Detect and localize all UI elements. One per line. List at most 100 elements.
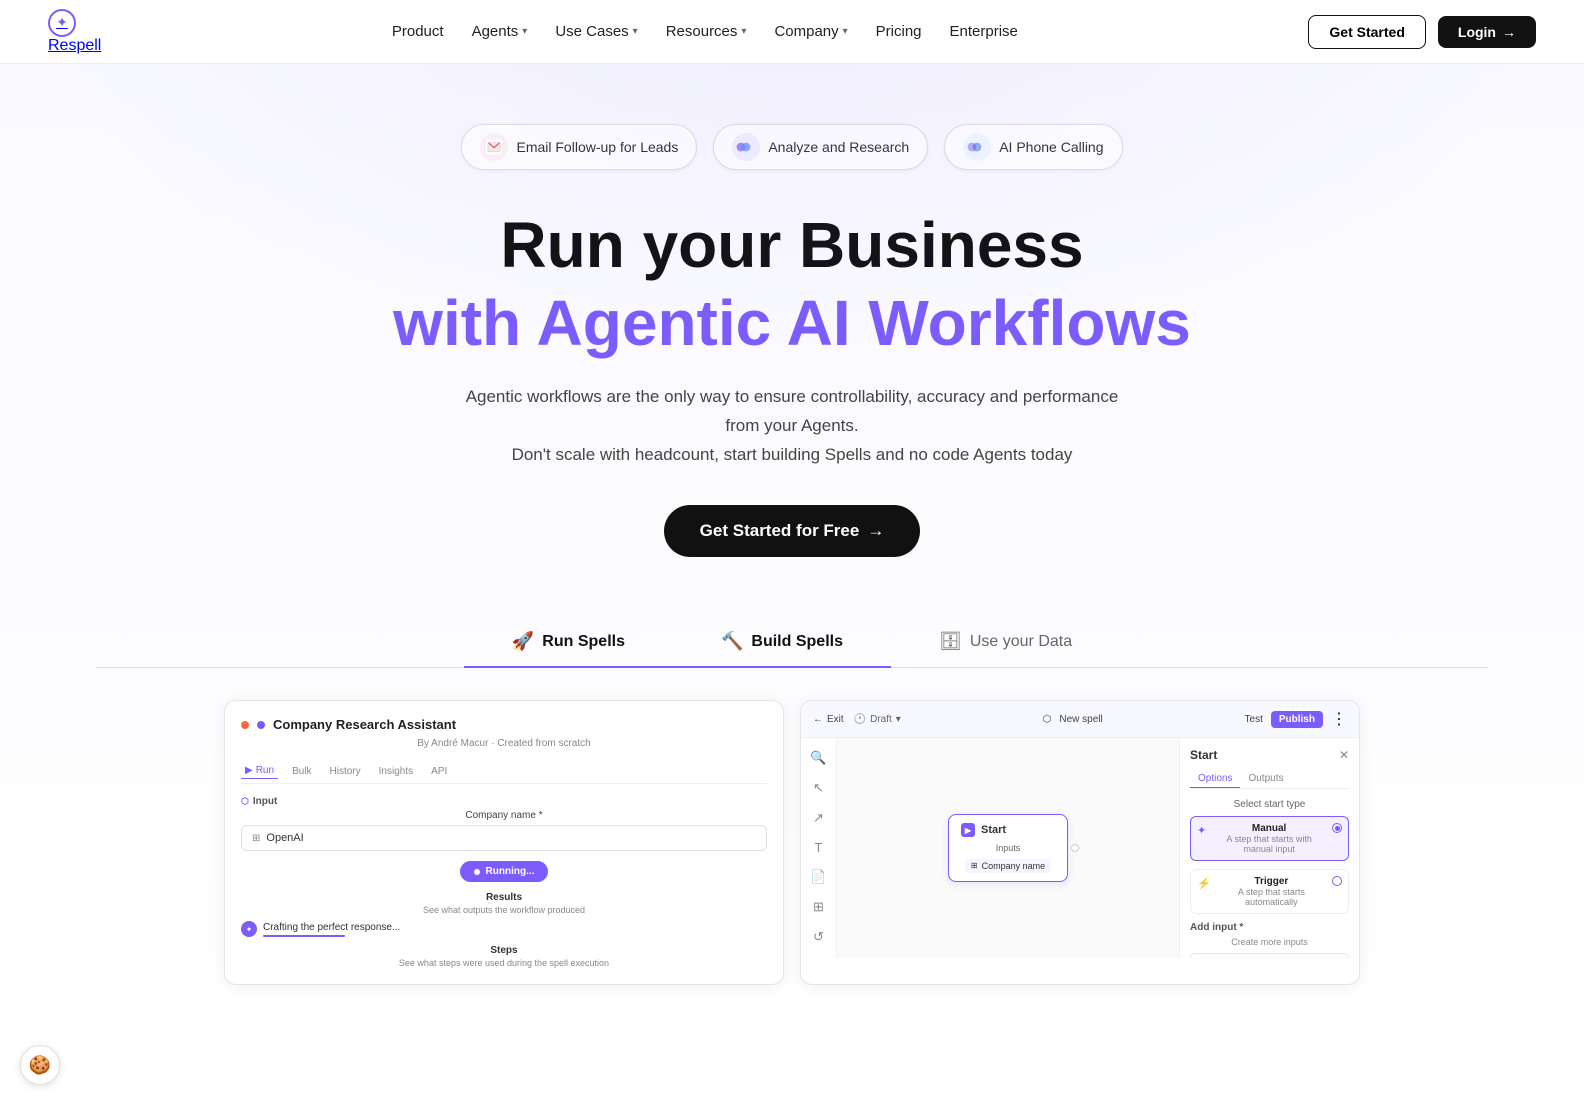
test-button[interactable]: Test [1245, 714, 1263, 725]
email-icon [480, 133, 508, 161]
draft-dropdown[interactable]: 🕐 Draft ▾ [854, 714, 901, 725]
nav-agents[interactable]: Agents ▾ [472, 23, 528, 40]
build-center: ⬡ New spell [1043, 714, 1103, 725]
build-card-body: 🔍 ↖ ↗ T 📄 ⊞ ↺ ▶ Start [801, 738, 1359, 958]
mini-tab-run[interactable]: ▶ Run [241, 763, 278, 779]
build-card-top-bar: ← Exit 🕐 Draft ▾ ⬡ New spell [801, 701, 1359, 738]
pill-tab-research[interactable]: Analyze and Research [713, 124, 928, 170]
build-spells-card: ← Exit 🕐 Draft ▾ ⬡ New spell [800, 700, 1360, 985]
more-options-icon[interactable]: ⋮ [1331, 709, 1347, 729]
folder-icon[interactable]: 📄 [810, 869, 826, 885]
build-actions: Test Publish ⋮ [1245, 709, 1347, 729]
nav-use-cases[interactable]: Use Cases ▾ [555, 23, 637, 40]
result-icon: ✦ [241, 921, 257, 937]
tab-build-spells[interactable]: 🔨 Build Spells [673, 617, 891, 668]
nav-company[interactable]: Company ▾ [774, 23, 847, 40]
chevron-down-icon: ▾ [633, 26, 638, 37]
tabs-row: 🚀 Run Spells 🔨 Build Spells 🗄 Use your D… [96, 617, 1488, 668]
node-field-value: ⊞ Company name [965, 859, 1051, 873]
cta-button[interactable]: Get Started for Free → [664, 505, 921, 557]
build-canvas: ▶ Start Inputs ⊞ Company name [837, 738, 1179, 958]
panel-option-trigger[interactable]: ⚡ Trigger A step that starts automatical… [1190, 869, 1349, 914]
nav-product[interactable]: Product [392, 23, 444, 40]
nav-resources[interactable]: Resources ▾ [666, 23, 747, 40]
search-icon[interactable]: 🔍 [810, 750, 826, 766]
headline-line2: with Agentic AI Workflows [48, 288, 1536, 358]
steps-sub: See what steps were used during the spel… [241, 958, 767, 968]
run-card-header: Company Research Assistant [241, 717, 767, 732]
tab-use-data[interactable]: 🗄 Use your Data [891, 617, 1120, 668]
panel-option-manual-text: Manual A step that starts with manual in… [1212, 823, 1326, 854]
back-arrow-icon: ← [813, 714, 823, 725]
purple-dot [257, 721, 265, 729]
start-node[interactable]: ▶ Start Inputs ⊞ Company name [948, 814, 1068, 882]
steps-label: Steps [241, 945, 767, 956]
logo[interactable]: ✦ Respell [48, 9, 101, 55]
nav-enterprise[interactable]: Enterprise [950, 23, 1018, 40]
refresh-icon[interactable]: ↺ [813, 929, 824, 945]
headline-line1: Run your Business [48, 210, 1536, 280]
cursor-icon[interactable]: ↖ [813, 780, 824, 796]
mini-tab-bulk[interactable]: Bulk [288, 763, 315, 779]
running-button[interactable]: Running... [460, 861, 549, 882]
trigger-radio[interactable] [1332, 876, 1342, 886]
nav-pricing[interactable]: Pricing [876, 23, 922, 40]
logo-text: Respell [48, 37, 101, 54]
text-icon[interactable]: T [815, 840, 823, 855]
build-sidebar: 🔍 ↖ ↗ T 📄 ⊞ ↺ [801, 738, 837, 958]
mini-tab-api[interactable]: API [427, 763, 451, 779]
play-icon: ▶ [245, 765, 253, 776]
build-panel: Start ✕ Options Outputs Select start typ… [1179, 738, 1359, 958]
run-spells-card: Company Research Assistant By André Macu… [224, 700, 784, 985]
panel-title: Start [1190, 748, 1217, 762]
field-icon: ⊞ [252, 833, 260, 844]
exit-button[interactable]: ← Exit [813, 714, 844, 725]
database-icon: 🗄 [939, 631, 962, 652]
panel-tab-outputs[interactable]: Outputs [1240, 770, 1291, 788]
panel-input-field[interactable]: Company name ⊟ [1190, 953, 1349, 958]
pill-tab-phone[interactable]: AI Phone Calling [944, 124, 1122, 170]
start-node-icon: ▶ [961, 823, 975, 837]
logo-icon: ✦ [48, 9, 76, 37]
results-sub: See what outputs the workflow produced [241, 905, 767, 915]
chat-bubble-button[interactable]: 🍪 [20, 1045, 60, 1085]
spell-icon: ⬡ [1043, 714, 1052, 725]
rocket-icon: 🚀 [512, 631, 534, 652]
hero-subtext: Agentic workflows are the only way to en… [452, 383, 1132, 470]
share-icon[interactable]: ↗ [813, 810, 824, 826]
build-nav-left: ← Exit 🕐 Draft ▾ [813, 714, 901, 725]
manual-radio[interactable] [1332, 823, 1342, 833]
input-section: ⬡ Input Company name * ⊞ OpenAI [241, 796, 767, 851]
panel-input-header: Add input * [1190, 922, 1349, 933]
chevron-down-icon: ▾ [741, 26, 746, 37]
tab-run-spells[interactable]: 🚀 Run Spells [464, 617, 673, 668]
company-name-field[interactable]: ⊞ OpenAI [241, 825, 767, 851]
panel-input-section: Add input * Create more inputs Company n… [1190, 922, 1349, 958]
panel-option-manual[interactable]: ✦ Manual A step that starts with manual … [1190, 816, 1349, 861]
panel-close-button[interactable]: ✕ [1339, 748, 1349, 762]
login-button[interactable]: Login → [1438, 16, 1536, 48]
get-started-nav-button[interactable]: Get Started [1308, 15, 1425, 49]
field-value: OpenAI [266, 832, 303, 844]
research-icon [732, 133, 760, 161]
orange-dot [241, 721, 249, 729]
results-label: Results [241, 892, 767, 903]
node-field-label: Inputs [961, 843, 1055, 853]
grid-icon[interactable]: ⊞ [813, 899, 824, 915]
running-dot-icon [474, 869, 480, 875]
hero-section: Email Follow-up for Leads Analyze and Re… [0, 64, 1584, 1025]
pill-tab-email[interactable]: Email Follow-up for Leads [461, 124, 697, 170]
panel-input-sub: Create more inputs [1190, 937, 1349, 947]
mini-tab-history[interactable]: History [326, 763, 365, 779]
nav-actions: Get Started Login → [1308, 15, 1536, 49]
publish-button[interactable]: Publish [1271, 711, 1323, 728]
field-label: Company name * [241, 810, 767, 821]
chat-icon: 🍪 [29, 1055, 51, 1076]
radio-dot-manual [1332, 823, 1342, 833]
arrow-right-icon: → [867, 521, 884, 541]
mini-tab-insights[interactable]: Insights [375, 763, 417, 779]
pill-tabs: Email Follow-up for Leads Analyze and Re… [48, 124, 1536, 170]
panel-tab-options[interactable]: Options [1190, 770, 1240, 788]
run-card-inner: Company Research Assistant By André Macu… [225, 701, 783, 984]
panel-option-trigger-text: Trigger A step that starts automatically [1217, 876, 1326, 907]
